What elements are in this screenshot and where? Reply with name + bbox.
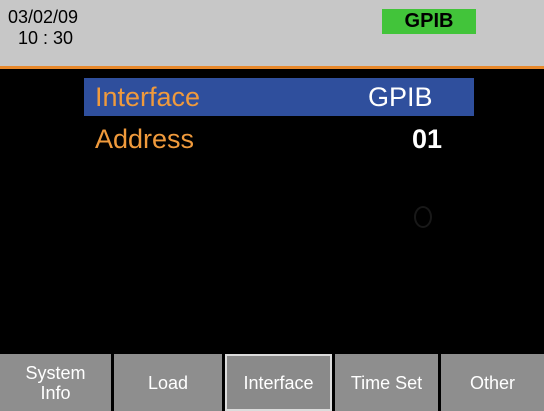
softkey-label: Time Set (350, 372, 423, 393)
address-label: Address (95, 124, 195, 154)
menu-row-address[interactable]: Address 01 (84, 120, 474, 158)
softkey-load[interactable]: Load (114, 354, 222, 411)
instrument-screen: 03/02/09 10 : 30 GPIB Interface GPIB Add… (0, 0, 544, 411)
softkey-time-set[interactable]: Time Set (335, 354, 438, 411)
softkey-label: Other (469, 372, 516, 393)
interface-value[interactable]: GPIB (368, 82, 433, 112)
softkey-interface[interactable]: Interface (225, 354, 332, 411)
softkey-other[interactable]: Other (441, 354, 544, 411)
softkey-label: Load (147, 372, 189, 393)
softkey-label: Info (40, 382, 71, 403)
status-header: 03/02/09 10 : 30 GPIB (0, 0, 544, 66)
time-display: 10 : 30 (18, 28, 74, 48)
softkey-label: Interface (243, 372, 314, 393)
menu-row-interface[interactable]: Interface GPIB (84, 78, 474, 116)
screen-artifact (414, 206, 432, 228)
softkey-label: System (25, 362, 86, 383)
softkey-system-info[interactable]: System Info (0, 354, 111, 411)
interface-label: Interface (95, 82, 201, 112)
date-display: 03/02/09 (8, 7, 79, 27)
header-divider (0, 66, 544, 69)
interface-status-badge: GPIB (382, 9, 476, 34)
softkey-bar: System Info Load Interface Time Set Othe… (0, 354, 544, 411)
address-value[interactable]: 01 (412, 124, 442, 154)
